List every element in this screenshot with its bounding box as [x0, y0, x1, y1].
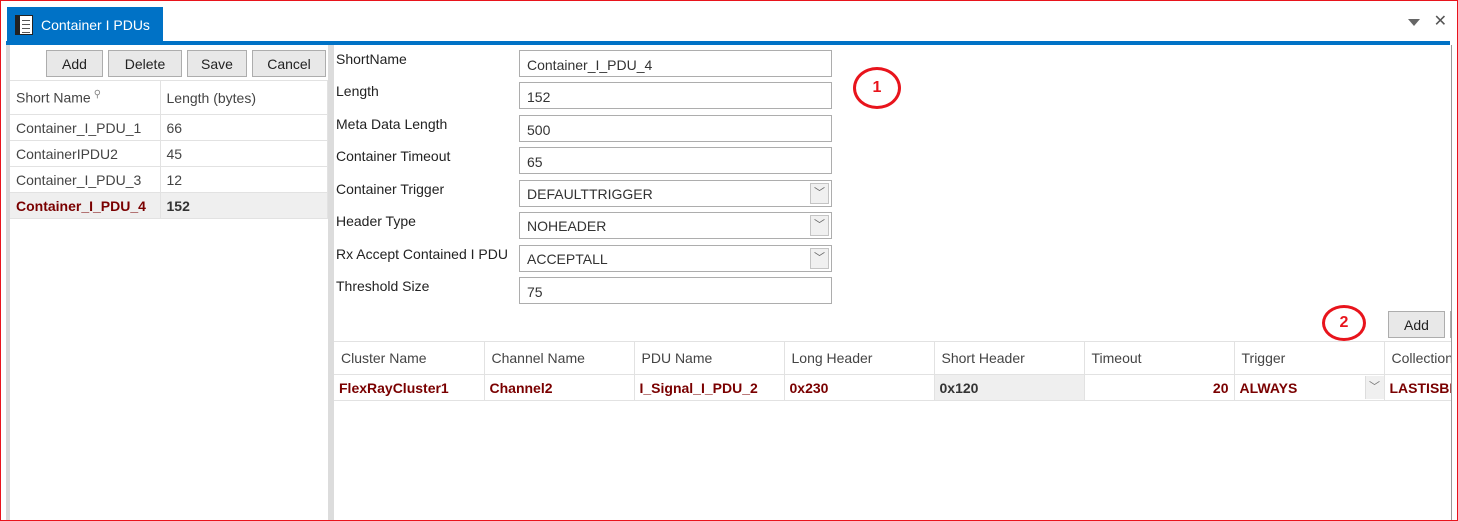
close-icon[interactable]: ✕ — [1434, 14, 1447, 30]
header-type-select[interactable]: NOHEADER ﹀ — [519, 212, 832, 239]
form-row-threshold-size: Threshold Size — [336, 272, 832, 304]
selected-value: ACCEPTALL — [527, 251, 608, 267]
form-row-length: Length — [336, 77, 832, 109]
column-header-short-header[interactable]: Short Header — [934, 341, 1085, 375]
chevron-down-icon[interactable]: ﹀ — [1364, 376, 1384, 399]
cell-long-header: 0x230 — [784, 374, 935, 401]
add-contained-pdu-button[interactable]: Add — [1388, 311, 1445, 338]
delete-contained-pdu-button[interactable] — [1450, 311, 1451, 338]
container-pdu-table: Short Name ⚲ Length (bytes) Container_I_P… — [10, 80, 328, 219]
column-header-collection[interactable]: Collection — [1384, 341, 1451, 375]
tab-actions: ✕ — [1407, 14, 1447, 30]
table-row-selected[interactable]: Container_I_PDU_4 152 — [10, 192, 328, 219]
rx-accept-select[interactable]: ACCEPTALL ﹀ — [519, 245, 832, 272]
annotation-circle-2: 2 — [1322, 305, 1366, 341]
form-row-short-name: ShortName — [336, 45, 832, 77]
container-details-panel: ShortName Length Meta Data Length Contai… — [334, 45, 1452, 520]
tab-container-ipdus[interactable]: Container I PDUs — [7, 7, 163, 42]
meta-data-length-input[interactable] — [519, 115, 832, 142]
column-header-pdu-name[interactable]: PDU Name — [634, 341, 785, 375]
container-timeout-input[interactable] — [519, 147, 832, 174]
column-header-channel-name[interactable]: Channel Name — [484, 341, 635, 375]
length-label: Length — [336, 83, 379, 99]
annotation-circle-1: 1 — [853, 67, 901, 109]
short-name-label: ShortName — [336, 51, 407, 67]
cell-short-name: Container_I_PDU_1 — [10, 114, 161, 141]
column-header-short-name[interactable]: Short Name ⚲ — [10, 80, 161, 115]
length-input[interactable] — [519, 82, 832, 109]
list-toolbar: Add Delete Save Cancel — [10, 45, 328, 80]
tab-title: Container I PDUs — [41, 16, 150, 33]
chevron-down-icon[interactable]: ﹀ — [810, 248, 829, 269]
header-type-label: Header Type — [336, 213, 416, 229]
cell-collection: LASTISBEST — [1384, 374, 1451, 401]
cell-length: 12 — [160, 166, 328, 193]
delete-button[interactable]: Delete — [108, 50, 182, 77]
column-header-long-header[interactable]: Long Header — [784, 341, 935, 375]
cell-trigger[interactable]: ALWAYS ﹀ — [1234, 374, 1385, 401]
rx-accept-label: Rx Accept Contained I PDU — [336, 246, 508, 262]
threshold-size-label: Threshold Size — [336, 278, 430, 294]
column-header-trigger[interactable]: Trigger — [1234, 341, 1385, 375]
tab-bar: Container I PDUs ✕ — [1, 1, 1457, 42]
short-name-input[interactable] — [519, 50, 832, 77]
chevron-down-icon[interactable]: ﹀ — [810, 215, 829, 236]
form-row-rx-accept: Rx Accept Contained I PDU ACCEPTALL ﹀ — [336, 240, 832, 272]
contained-pdu-table: Cluster Name Channel Name PDU Name Long … — [334, 341, 1451, 401]
form-row-meta-data-length: Meta Data Length — [336, 110, 832, 142]
cell-length: 152 — [160, 192, 328, 219]
column-header-length[interactable]: Length (bytes) — [160, 80, 328, 115]
container-trigger-select[interactable]: DEFAULTTRIGGER ﹀ — [519, 180, 832, 207]
container-trigger-label: Container Trigger — [336, 181, 445, 197]
trigger-value: ALWAYS — [1239, 379, 1298, 396]
container-list-panel: Add Delete Save Cancel Short Name ⚲ Lengt… — [6, 45, 328, 520]
dropdown-triangle-icon[interactable] — [1407, 18, 1420, 26]
cell-cluster-name: FlexRayCluster1 — [334, 374, 485, 401]
pin-icon[interactable]: ⚲ — [94, 89, 101, 100]
column-header-label: Short Name — [16, 89, 91, 106]
cancel-button[interactable]: Cancel — [252, 50, 326, 77]
cell-pdu-name: I_Signal_I_PDU_2 — [634, 374, 785, 401]
cell-short-name: Container_I_PDU_3 — [10, 166, 161, 193]
document-icon — [15, 14, 33, 35]
form-row-header-type: Header Type NOHEADER ﹀ — [336, 207, 832, 239]
table-row[interactable]: FlexRayCluster1 Channel2 I_Signal_I_PDU_… — [334, 374, 1451, 401]
column-header-timeout[interactable]: Timeout — [1084, 341, 1235, 375]
form-row-container-trigger: Container Trigger DEFAULTTRIGGER ﹀ — [336, 175, 832, 207]
cell-short-name: Container_I_PDU_4 — [10, 192, 161, 219]
cell-short-name: ContainerIPDU2 — [10, 140, 161, 167]
table-header-row: Short Name ⚲ Length (bytes) — [10, 80, 328, 115]
container-timeout-label: Container Timeout — [336, 148, 451, 164]
form-row-container-timeout: Container Timeout — [336, 142, 832, 174]
cell-length: 66 — [160, 114, 328, 141]
column-header-cluster-name[interactable]: Cluster Name — [334, 341, 485, 375]
table-row[interactable]: Container_I_PDU_3 12 — [10, 166, 328, 193]
add-button[interactable]: Add — [46, 50, 103, 77]
chevron-down-icon[interactable]: ﹀ — [810, 183, 829, 204]
table-header-row: Cluster Name Channel Name PDU Name Long … — [334, 341, 1451, 375]
contained-pdu-grid: Cluster Name Channel Name PDU Name Long … — [334, 341, 1451, 401]
save-button[interactable]: Save — [187, 50, 247, 77]
selected-value: NOHEADER — [527, 218, 607, 234]
table-row[interactable]: ContainerIPDU2 45 — [10, 140, 328, 167]
cell-short-header[interactable]: 0x120 — [934, 374, 1085, 401]
cell-channel-name: Channel2 — [484, 374, 635, 401]
threshold-size-input[interactable] — [519, 277, 832, 304]
table-row[interactable]: Container_I_PDU_1 66 — [10, 114, 328, 141]
selected-value: DEFAULTTRIGGER — [527, 186, 653, 202]
cell-timeout[interactable]: 20 — [1084, 374, 1235, 401]
cell-length: 45 — [160, 140, 328, 167]
meta-data-length-label: Meta Data Length — [336, 116, 448, 132]
